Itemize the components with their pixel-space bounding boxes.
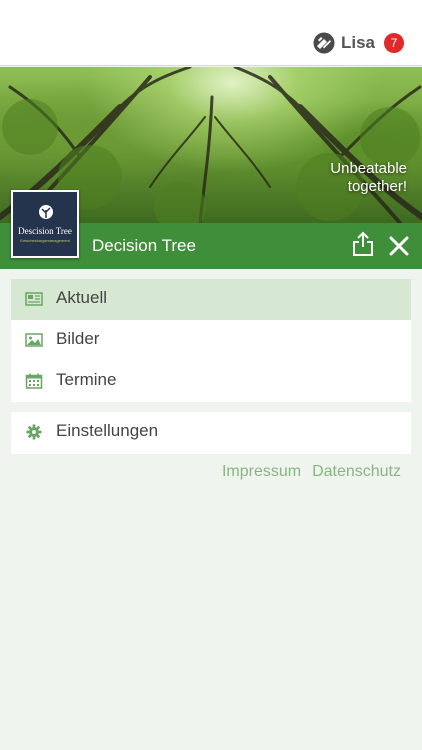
tagline-line2: together! [347, 178, 407, 195]
tree-logo-icon [39, 205, 53, 219]
menu-item-aktuell[interactable]: Aktuell [11, 279, 411, 320]
tagline-line1: Unbeatable [330, 160, 407, 177]
menu-label-einstellungen: Einstellungen [56, 421, 159, 440]
impressum-link[interactable]: Impressum [222, 463, 301, 481]
user-name: Lisa [340, 33, 375, 52]
newspaper-icon [25, 292, 43, 306]
share-icon[interactable] [352, 231, 374, 257]
page-title: Decision Tree [92, 236, 196, 255]
footer-links: Impressum Datenschutz [211, 463, 401, 481]
notification-badge[interactable]: 7 [384, 33, 404, 53]
image-icon [25, 333, 43, 347]
calendar-icon [25, 373, 43, 389]
menu-label-aktuell: Aktuell [56, 288, 108, 307]
menu-item-bilder[interactable]: Bilder [11, 320, 411, 361]
hero-tagline: Unbeatable together! [330, 160, 407, 196]
menu-item-termine[interactable]: Termine [11, 361, 411, 402]
settings-menu: Einstellungen [11, 412, 411, 454]
company-logo-icon [313, 32, 335, 54]
close-icon[interactable] [388, 235, 410, 257]
menu-item-einstellungen[interactable]: Einstellungen [11, 412, 411, 453]
main-menu: Aktuell Bilder Termine [11, 279, 411, 402]
logo-name: Descision Tree [18, 226, 72, 236]
menu-label-bilder: Bilder [56, 329, 100, 348]
top-bar: Lisa 7 [0, 0, 422, 66]
brand-logo: Descision Tree Entscheidungsmanagement [11, 190, 79, 258]
menu-label-termine: Termine [56, 370, 117, 389]
gear-icon [26, 424, 42, 440]
datenschutz-link[interactable]: Datenschutz [312, 463, 401, 481]
logo-subtitle: Entscheidungsmanagement [20, 238, 70, 243]
user-menu[interactable]: Lisa 7 [313, 32, 404, 54]
